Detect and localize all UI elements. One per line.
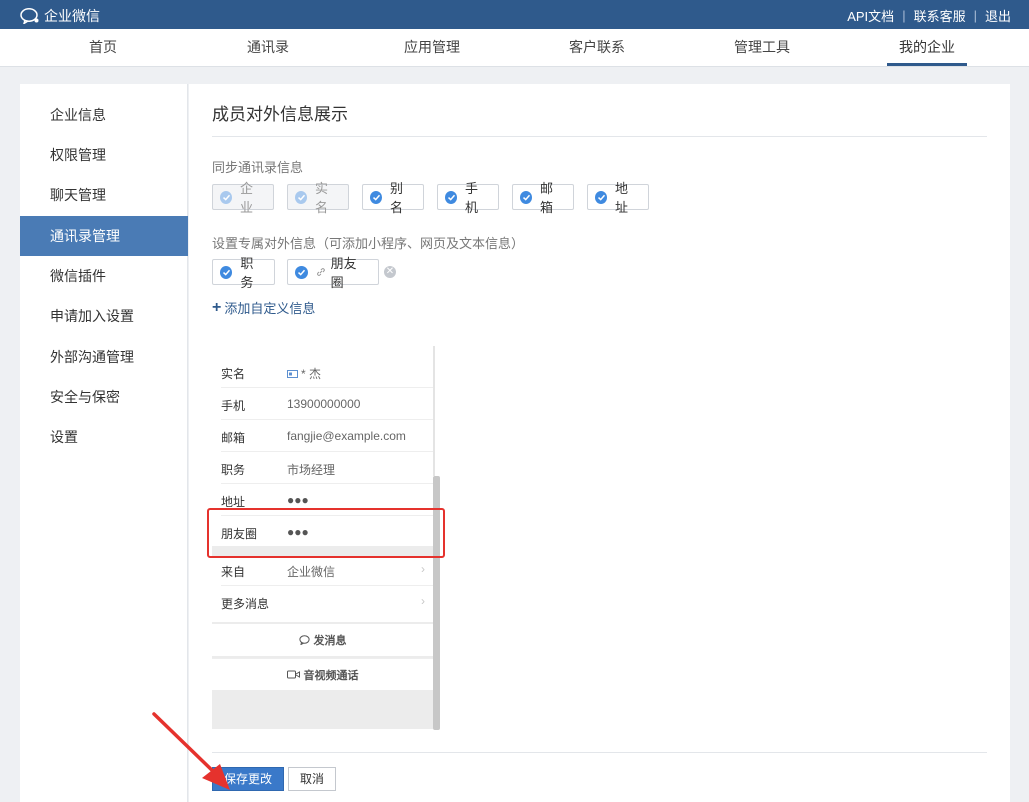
chip-label: 邮箱 [540,181,554,215]
custom-section-label: 设置专属对外信息（可添加小程序、网页及文本信息） [212,236,525,251]
cancel-button[interactable]: 取消 [288,767,336,791]
sidebar-item-enterprise-info[interactable]: 企业信息 [20,95,188,135]
video-camera-icon [286,670,300,679]
chevron-right-icon: › [421,562,425,576]
nav-app-management[interactable]: 应用管理 [392,29,472,66]
main-panel: 成员对外信息展示 同步通讯录信息 企业 实名 别名 手机 邮箱 地址 设置专属对… [189,84,1010,802]
logo-text: 企业微信 [44,8,100,24]
row-key: 实名 [221,367,246,381]
chip-address[interactable]: 地址 [587,181,649,215]
annotation-arrow-icon [152,712,230,790]
chip-job-title[interactable]: 职务 [212,256,275,290]
check-icon [370,190,382,204]
nav-home[interactable]: 首页 [63,29,143,66]
row-key: 职务 [221,463,246,477]
plus-icon: + [212,298,222,316]
chip-alias[interactable]: 别名 [362,181,424,215]
chip-moments[interactable]: 朋友圈 [287,256,379,290]
main-nav: 首页 通讯录 应用管理 客户联系 管理工具 我的企业 [0,29,1029,67]
nav-contacts[interactable]: 通讯录 [228,29,308,66]
chip-label: 地址 [615,181,629,215]
top-bar: 企业微信 API文档 | 联系客服 | 退出 [0,0,1029,29]
separator: | [902,8,906,23]
nav-customer-contact[interactable]: 客户联系 [557,29,637,66]
preview-send-message-button: 发消息 [212,624,433,656]
preview-row-job-title: 职务 市场经理 [212,452,433,484]
preview-row-email: 邮箱 fangjie@example.com [212,420,433,452]
chip-label: 实名 [315,181,329,215]
chat-bubble-icon [298,635,310,645]
check-icon [295,190,307,204]
preview-av-call-button: 音视频通话 [212,658,433,690]
highlight-box [207,508,445,558]
action-label: 发消息 [313,635,347,647]
chip-email[interactable]: 邮箱 [512,181,574,215]
preview-row-more-messages: 更多消息 › [212,586,433,618]
sidebar-item-external-communication[interactable]: 外部沟通管理 [20,337,188,377]
check-icon [220,265,233,279]
nav-my-enterprise[interactable]: 我的企业 [887,29,967,66]
check-icon [295,265,308,279]
check-icon [445,190,457,204]
row-value: * 杰 [287,365,321,382]
divider [212,752,987,753]
sidebar: 企业信息 权限管理 聊天管理 通讯录管理 微信插件 申请加入设置 外部沟通管理 … [20,84,188,802]
sidebar-item-settings[interactable]: 设置 [20,417,188,457]
chip-label: 职务 [240,256,254,290]
chip-label: 企业 [240,181,254,215]
row-value: 企业微信 [287,565,336,579]
chip-label: 别名 [390,181,404,215]
separator: | [973,8,977,23]
id-card-icon [287,370,298,378]
action-label: 音视频通话 [303,669,359,682]
row-value: ●●● [287,493,309,507]
row-value: 市场经理 [287,463,336,477]
preview-border [433,346,435,476]
preview-row-source: 来自 企业微信 › [212,554,433,586]
chip-label: 手机 [465,181,479,215]
check-icon [520,190,532,204]
row-value: fangjie@example.com [287,429,406,443]
add-custom-info-button[interactable]: + 添加自定义信息 [212,298,315,317]
sidebar-item-contacts-management[interactable]: 通讯录管理 [20,216,188,256]
chip-enterprise: 企业 [212,181,274,215]
link-icon [316,268,325,276]
sidebar-item-permissions[interactable]: 权限管理 [20,135,188,175]
top-links: API文档 | 联系客服 | 退出 [847,6,1011,25]
contact-support-link[interactable]: 联系客服 [914,6,966,25]
divider [212,136,987,137]
sidebar-item-security[interactable]: 安全与保密 [20,377,188,417]
row-value: 13900000000 [287,397,361,411]
check-icon [220,190,232,204]
chip-real-name: 实名 [287,181,349,215]
api-docs-link[interactable]: API文档 [847,6,894,25]
chip-label: 朋友圈 [330,256,357,290]
wecom-logo-icon [20,8,39,24]
logout-link[interactable]: 退出 [985,6,1011,25]
chip-phone[interactable]: 手机 [437,181,499,215]
add-custom-label: 添加自定义信息 [224,301,316,316]
row-key: 邮箱 [221,431,246,445]
check-icon [595,190,607,204]
sync-section-label: 同步通讯录信息 [212,160,304,175]
page-title: 成员对外信息展示 [212,105,348,124]
sidebar-item-join-settings[interactable]: 申请加入设置 [20,296,188,336]
row-key: 手机 [221,399,246,413]
nav-management-tools[interactable]: 管理工具 [722,29,802,66]
logo[interactable]: 企业微信 [20,6,100,26]
preview-row-real-name: 实名 * 杰 [212,356,433,388]
sidebar-item-wechat-plugin[interactable]: 微信插件 [20,256,188,296]
chevron-right-icon: › [421,594,425,608]
row-value-text: * 杰 [301,367,322,381]
row-key: 来自 [221,565,246,579]
preview-row-phone: 手机 13900000000 [212,388,433,420]
remove-icon[interactable]: ✕ [384,266,396,278]
row-key: 更多消息 [221,597,270,611]
sidebar-item-chat-management[interactable]: 聊天管理 [20,175,188,215]
